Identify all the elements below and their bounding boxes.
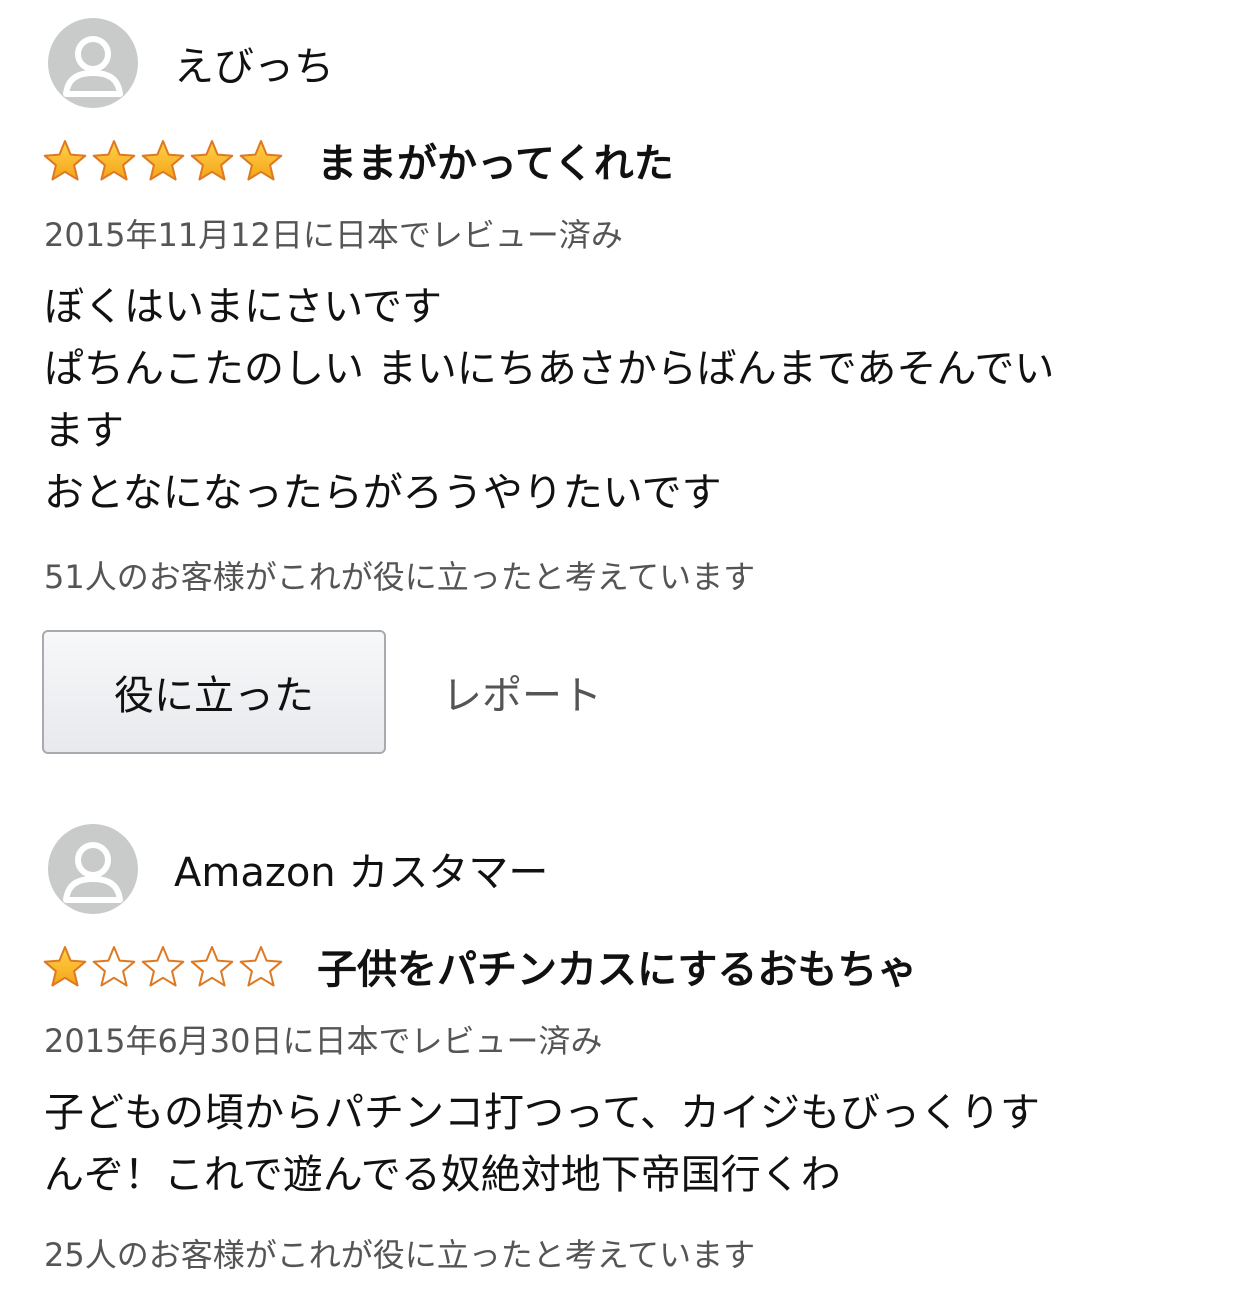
star-filled-icon [239,140,283,181]
star-filled-icon [43,140,87,181]
star-empty-icon [190,946,234,987]
rating-row: 子供をパチンカスにするおもちゃ [42,937,917,995]
star-filled-icon [141,140,185,181]
star-rating[interactable] [42,139,287,181]
reviewer-name[interactable]: Amazon カスタマー [174,840,548,898]
star-empty-icon [92,946,136,987]
review-actions: 役に立った レポート [42,630,602,754]
review-body-line: ぼくはいまにさいです [44,284,442,330]
star-empty-icon [239,946,283,987]
review-date: 2015年11月12日に日本でレビュー済み [44,216,623,254]
review-body: ぼくはいまにさいです ぱちんこたのしい まいにちあさからばんまであそんでい ます… [44,276,1194,524]
review-date: 2015年6月30日に日本でレビュー済み [44,1022,603,1060]
star-rating[interactable] [42,945,287,987]
rating-row: ままがかってくれた [42,131,674,189]
star-empty-icon [141,946,185,987]
review-title[interactable]: ままがかってくれた [317,131,674,189]
review-body-line: ます [44,408,124,454]
star-filled-icon [92,140,136,181]
review-body-line: んぞ！これで遊んでる奴絶対地下帝国行くわ [44,1152,841,1198]
review-body: 子どもの頃からパチンコ打つって、カイジもびっくりす んぞ！これで遊んでる奴絶対地… [44,1082,1194,1206]
avatar-icon[interactable] [48,18,138,108]
report-link[interactable]: レポート [442,663,602,721]
star-filled-icon [43,946,87,987]
review-title[interactable]: 子供をパチンカスにするおもちゃ [317,937,917,995]
helpful-button[interactable]: 役に立った [42,630,386,754]
helpful-count: 25人のお客様がこれが役に立ったと考えています [44,1236,756,1274]
review-body-line: 子どもの頃からパチンコ打つって、カイジもびっくりす [44,1090,1040,1136]
reviewer-profile[interactable]: Amazon カスタマー [48,824,548,914]
review-body-line: ぱちんこたのしい まいにちあさからばんまであそんでい [44,346,1055,392]
reviewer-profile[interactable]: えびっち [48,18,334,108]
avatar-icon[interactable] [48,824,138,914]
review-body-line: おとなになったらがろうやりたいです [44,470,722,516]
star-filled-icon [190,140,234,181]
helpful-count: 51人のお客様がこれが役に立ったと考えています [44,558,756,596]
reviewer-name[interactable]: えびっち [174,34,334,92]
